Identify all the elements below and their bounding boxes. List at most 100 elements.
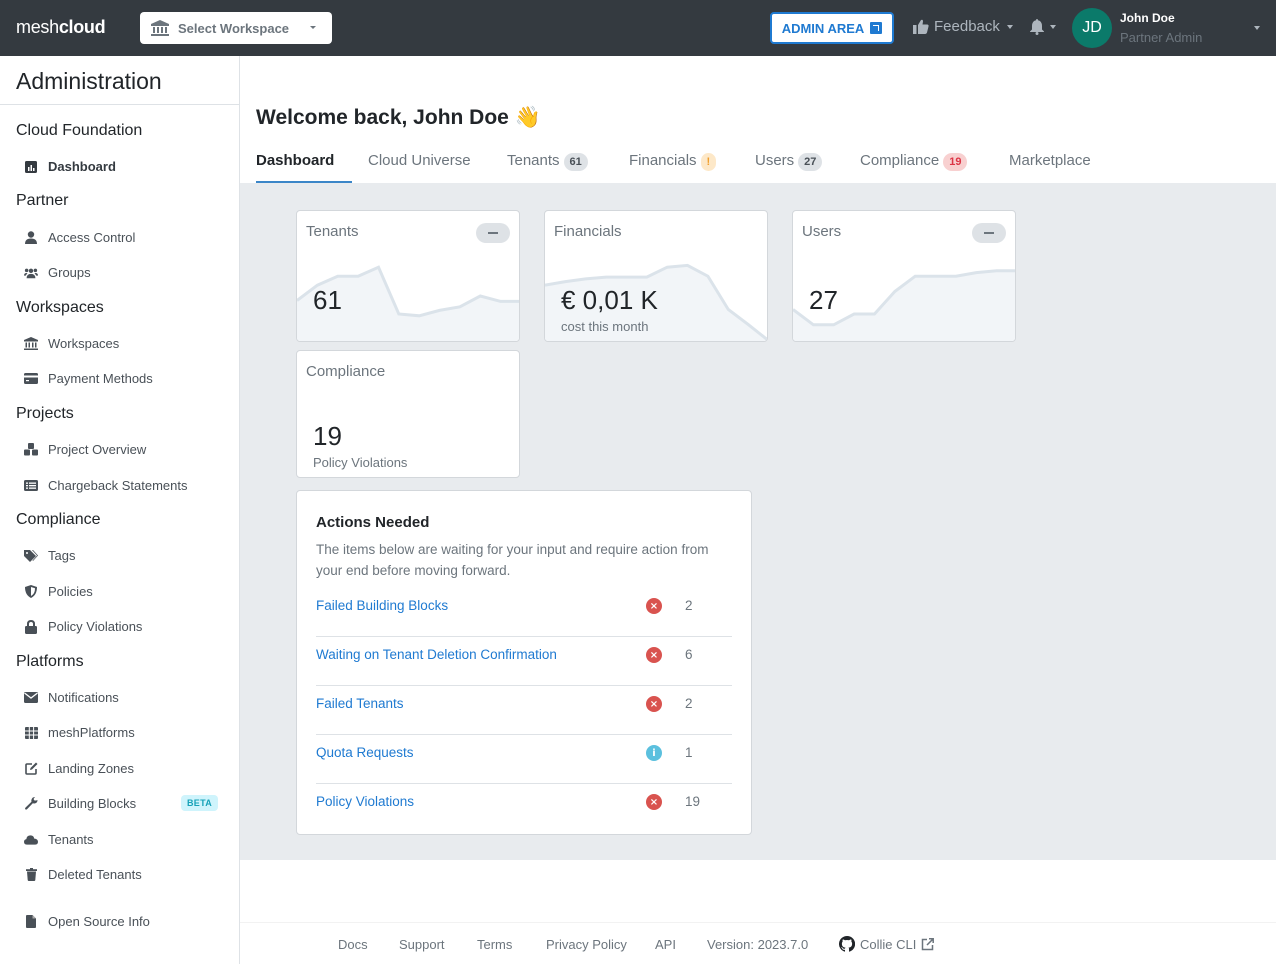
sidebar-item-access-control[interactable]: Access Control [0,220,239,256]
action-row: Quota Requests i 1 [316,735,732,784]
sidebar-section-workspaces: Workspaces [16,299,104,316]
sidebar-item-label: Notifications [48,690,119,706]
kpi-card-financials[interactable]: Financials € 0,01 K cost this month [544,210,768,342]
sidebar-item-label: Building Blocks [48,796,137,812]
chevron-down-icon [310,26,316,29]
welcome-text: Welcome back, John Doe [256,106,509,129]
error-icon: × [646,647,662,663]
action-row: Failed Tenants × 2 [316,686,732,735]
kpi-card-users[interactable]: Users 27 [792,210,1016,342]
sidebar-item-label: Landing Zones [48,761,135,777]
cloud-icon [24,833,38,847]
kpi-value: € 0,01 K [561,285,658,315]
action-count: 1 [685,745,693,760]
action-count: 2 [685,696,693,711]
kpi-card-tenants[interactable]: Tenants 61 [296,210,520,342]
sidebar-section-compliance: Compliance [16,511,101,528]
admin-area-button[interactable]: ADMIN AREA [770,12,894,44]
sidebar: Administration Cloud Foundation Dashboar… [0,56,240,964]
financials-warning-badge: ! [700,153,717,171]
tab-users[interactable]: Users 27 [755,146,823,183]
action-link-failed-tenants[interactable]: Failed Tenants [316,696,404,711]
footer-link-docs[interactable]: Docs [338,937,368,952]
footer-link-support[interactable]: Support [399,937,445,952]
user-name[interactable]: John Doe [1120,11,1175,25]
footer-link-terms[interactable]: Terms [477,937,512,952]
footer-link-privacy-policy[interactable]: Privacy Policy [546,937,627,952]
logo-text-bold: cloud [58,17,106,37]
tab-compliance[interactable]: Compliance 19 [860,146,968,183]
workspace-select-label: Select Workspace [178,20,290,36]
sidebar-section-platforms: Platforms [16,653,84,670]
tab-dashboard[interactable]: Dashboard [256,146,352,183]
kpi-value: 19 [313,421,342,451]
kpi-card-compliance[interactable]: Compliance 19 Policy Violations [296,350,520,478]
action-row: Failed Building Blocks × 2 [316,588,732,637]
sidebar-item-policies[interactable]: Policies [0,574,239,610]
github-icon [839,936,855,952]
sidebar-item-deleted-tenants[interactable]: Deleted Tenants [0,857,239,893]
info-icon: i [646,745,662,761]
sidebar-item-label: Chargeback Statements [48,478,188,494]
cubes-icon [24,443,38,457]
sidebar-title: Administration [0,56,239,105]
action-link-quota-requests[interactable]: Quota Requests [316,745,414,760]
sidebar-item-workspaces[interactable]: Workspaces [0,326,239,362]
sidebar-item-meshplatforms[interactable]: meshPlatforms [0,715,239,751]
sidebar-item-open-source-info[interactable]: Open Source Info [0,904,239,940]
shield-icon [24,585,38,599]
tags-icon [24,549,38,563]
tab-label: Dashboard [256,152,335,169]
sidebar-item-label: Project Overview [48,442,147,458]
action-link-policy-violations[interactable]: Policy Violations [316,794,414,809]
sidebar-item-tenants[interactable]: Tenants [0,822,239,858]
sidebar-item-project-overview[interactable]: Project Overview [0,432,239,468]
sidebar-item-label: Deleted Tenants [48,867,142,883]
user-menu-chevron-icon[interactable] [1254,26,1260,30]
footer-link-api[interactable]: API [655,937,676,952]
sidebar-item-policy-violations[interactable]: Policy Violations [0,609,239,645]
actions-needed-card: Actions Needed The items below are waiti… [296,490,752,835]
tab-label: Marketplace [1009,152,1091,169]
sidebar-item-dashboard[interactable]: Dashboard [0,149,239,185]
meshcloud-logo[interactable]: meshcloud [16,17,106,38]
sidebar-item-chargeback-statements[interactable]: Chargeback Statements [0,468,239,504]
sidebar-item-notifications[interactable]: Notifications [0,680,239,716]
trash-icon [24,868,38,882]
collapse-toggle-button[interactable] [476,223,510,243]
user-icon [24,231,38,245]
logo-text-light: mesh [16,17,59,37]
feedback-dropdown[interactable]: Feedback [913,18,1013,35]
workspace-select[interactable]: Select Workspace [140,12,332,44]
user-avatar[interactable]: JD [1072,8,1112,48]
action-link-waiting-tenant-deletion[interactable]: Waiting on Tenant Deletion Confirmation [316,647,557,662]
users-icon [24,266,38,280]
grid-icon [24,726,38,740]
collapse-toggle-button[interactable] [972,223,1006,243]
sidebar-item-payment-methods[interactable]: Payment Methods [0,361,239,397]
tab-label: Cloud Universe [368,152,471,169]
tab-tenants[interactable]: Tenants 61 [507,146,588,183]
tab-marketplace[interactable]: Marketplace [1009,146,1091,183]
bell-icon [1030,19,1044,35]
dashboard-tabs: Dashboard Cloud Universe Tenants 61 Finan… [240,146,1276,183]
collie-cli-label: Collie CLI [860,936,917,952]
top-navbar: meshcloud Select Workspace ADMIN AREA Fe… [0,0,1276,56]
action-link-failed-building-blocks[interactable]: Failed Building Blocks [316,598,448,613]
thumbs-up-icon [913,19,929,34]
tab-financials[interactable]: Financials! [629,146,717,183]
list-icon [24,479,38,493]
notifications-dropdown[interactable] [1030,19,1056,35]
sidebar-item-landing-zones[interactable]: Landing Zones [0,751,239,787]
chevron-down-icon [1006,24,1013,29]
tab-cloud-universe[interactable]: Cloud Universe [368,146,471,183]
sidebar-item-building-blocks[interactable]: Building Blocks BETA [0,786,239,822]
sidebar-item-groups[interactable]: Groups [0,255,239,291]
tab-label: Compliance [860,152,940,169]
sidebar-item-label: Dashboard [48,159,116,175]
sidebar-item-tags[interactable]: Tags [0,538,239,574]
action-row: Policy Violations × 19 [316,784,732,833]
footer-link-collie-cli[interactable]: Collie CLI [839,936,935,952]
tab-label: Tenants [507,152,560,169]
action-row: Waiting on Tenant Deletion Confirmation … [316,637,732,686]
